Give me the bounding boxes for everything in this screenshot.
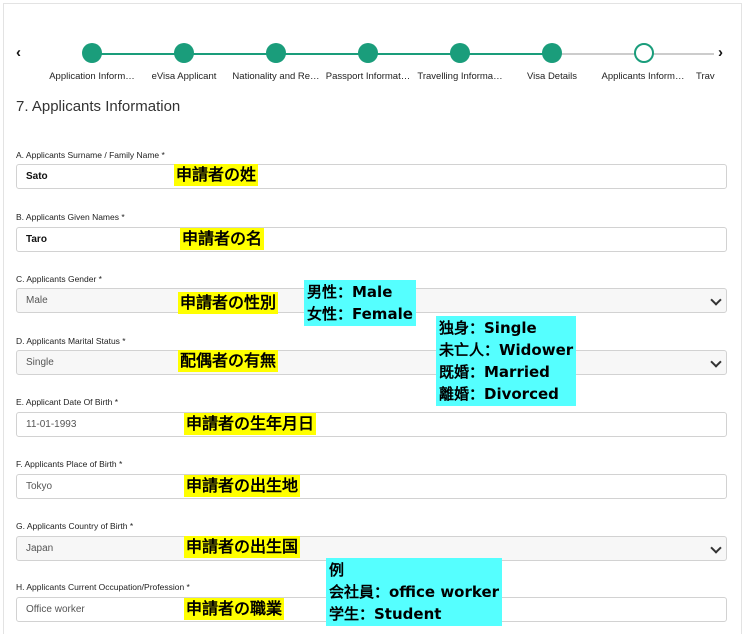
step-label-evisa-applicant[interactable]: eVisa Applicant (134, 71, 234, 82)
step-connector-complete (92, 53, 552, 55)
progress-stepper: ‹ Application Inform… eVisa Applicant Na… (0, 0, 745, 90)
place-of-birth-label: F. Applicants Place of Birth * (16, 459, 123, 469)
step-label-application-information[interactable]: Application Inform… (42, 71, 142, 82)
given-names-input[interactable]: Taro (16, 227, 727, 252)
step-dot-7-current[interactable] (634, 43, 654, 63)
marital-status-note: 配偶者の有無 (178, 350, 279, 372)
marital-option-married: 既婚：Married (439, 363, 550, 381)
date-of-birth-note: 申請者の生年月日 (184, 413, 317, 435)
occupation-example-heading: 例 (329, 561, 345, 579)
chevron-down-icon (710, 294, 722, 306)
step-label-visa-details[interactable]: Visa Details (502, 71, 602, 82)
section-title: 7. Applicants Information (16, 98, 181, 115)
marital-status-select[interactable]: Single (16, 350, 727, 375)
gender-option-female: 女性：Female (307, 305, 413, 323)
step-label-passport-information[interactable]: Passport Informat… (318, 71, 418, 82)
chevron-left-icon[interactable]: ‹ (16, 44, 21, 62)
place-of-birth-note: 申請者の出生地 (184, 475, 301, 497)
gender-select-value: Male (26, 295, 48, 306)
chevron-down-icon (710, 542, 722, 554)
step-dot-5[interactable] (450, 43, 470, 63)
gender-label: C. Applicants Gender * (16, 274, 102, 284)
step-connector-pending (552, 53, 714, 55)
marital-options-callout: 独身：Single 未亡人：Widower 既婚：Married 離婚：Divo… (436, 316, 577, 406)
occupation-example-student: 学生：Student (329, 605, 442, 623)
step-dot-6[interactable] (542, 43, 562, 63)
marital-option-divorced: 離婚：Divorced (439, 385, 559, 403)
step-dot-1[interactable] (82, 43, 102, 63)
given-names-note: 申請者の名 (180, 228, 265, 250)
country-of-birth-select-value: Japan (26, 543, 54, 554)
occupation-examples-callout: 例 会社員：office worker 学生：Student (326, 558, 503, 626)
gender-note: 申請者の性別 (178, 292, 279, 314)
step-label-applicants-information[interactable]: Applicants Inform… (593, 71, 693, 82)
chevron-down-icon (710, 356, 722, 368)
date-of-birth-input[interactable]: 11-01-1993 (16, 412, 727, 437)
date-of-birth-label: E. Applicant Date Of Birth * (16, 397, 119, 407)
occupation-note: 申請者の職業 (184, 598, 285, 620)
occupation-example-office-worker: 会社員：office worker (329, 583, 500, 601)
step-label-nationality[interactable]: Nationality and Re… (226, 71, 326, 82)
marital-status-label: D. Applicants Marital Status * (16, 336, 126, 346)
marital-status-select-value: Single (26, 357, 54, 368)
marital-option-single: 独身：Single (439, 319, 537, 337)
place-of-birth-input[interactable]: Tokyo (16, 474, 727, 499)
step-dot-3[interactable] (266, 43, 286, 63)
marital-option-widower: 未亡人：Widower (439, 341, 574, 359)
step-label-travel[interactable]: Trav (696, 71, 724, 82)
step-dot-2[interactable] (174, 43, 194, 63)
surname-note: 申請者の姓 (174, 164, 259, 186)
gender-options-callout: 男性：Male 女性：Female (304, 280, 416, 326)
chevron-right-icon[interactable]: › (718, 44, 723, 62)
surname-label: A. Applicants Surname / Family Name * (16, 150, 165, 160)
gender-option-male: 男性：Male (307, 283, 393, 301)
surname-input[interactable]: Sato (16, 164, 727, 189)
country-of-birth-note: 申請者の出生国 (184, 536, 301, 558)
occupation-label: H. Applicants Current Occupation/Profess… (16, 582, 190, 592)
given-names-label: B. Applicants Given Names * (16, 212, 125, 222)
country-of-birth-label: G. Applicants Country of Birth * (16, 521, 134, 531)
step-dot-4[interactable] (358, 43, 378, 63)
step-label-travelling-information[interactable]: Travelling Informa… (410, 71, 510, 82)
